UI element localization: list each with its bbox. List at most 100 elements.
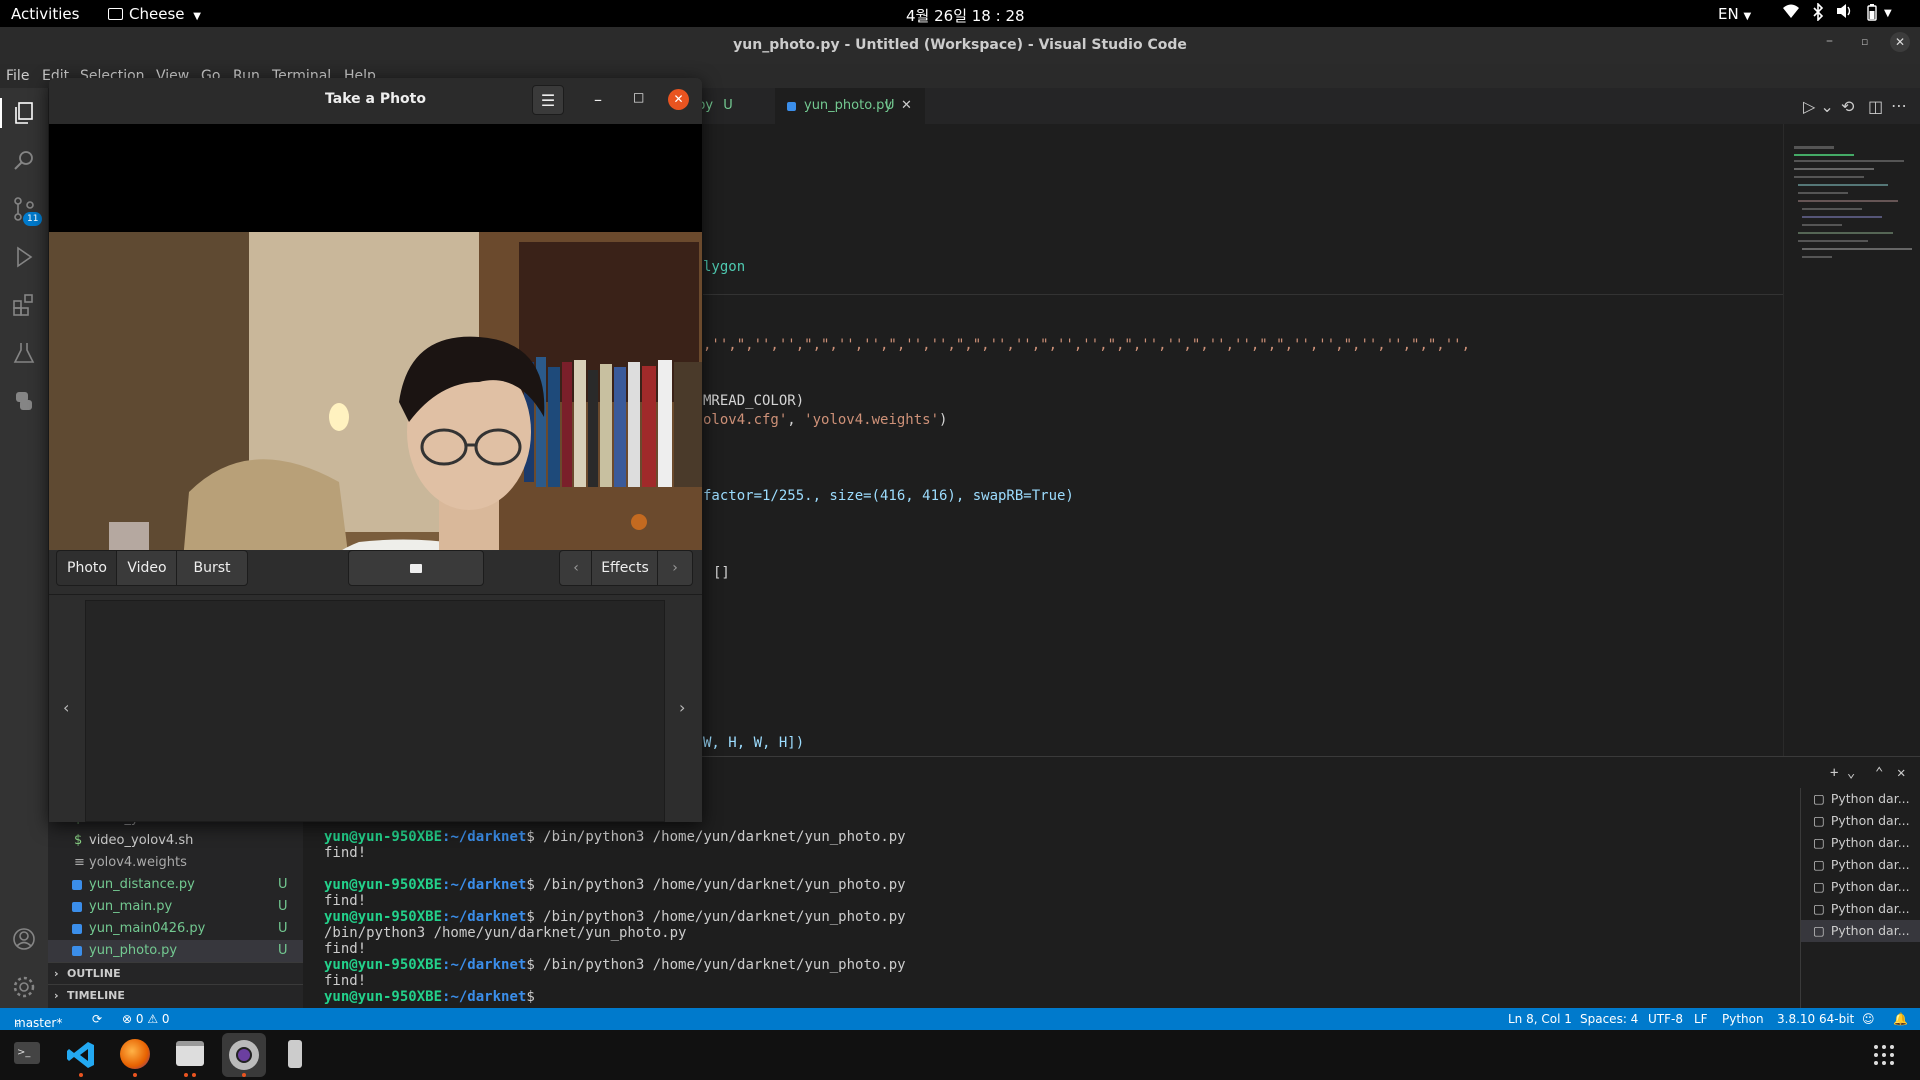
running-indicator (192, 1073, 196, 1077)
file-item[interactable]: yun_main.py U (48, 896, 303, 918)
next-effect-icon[interactable]: › (657, 550, 693, 586)
minimize-icon[interactable]: – (1826, 33, 1833, 49)
photo-mode-button[interactable]: Photo (56, 550, 118, 586)
maximize-icon[interactable]: □ (633, 90, 644, 104)
thumbnail-strip[interactable] (85, 600, 665, 822)
open-changes-icon[interactable]: ⟲ (1841, 97, 1854, 116)
terminal-icon: ▢ (1813, 901, 1825, 916)
file-item-selected[interactable]: yun_photo.py U (48, 940, 303, 962)
running-indicator (242, 1073, 246, 1077)
hamburger-menu-icon[interactable]: ☰ (532, 85, 564, 115)
prompt-user: yun@yun-950XBE (324, 877, 443, 893)
feedback-icon[interactable]: ☺ (1862, 1012, 1875, 1026)
app-menu[interactable]: Cheese ▼ (108, 5, 201, 23)
prompt-user: yun@yun-950XBE (324, 829, 443, 845)
editor-tab[interactable]: .py U (693, 88, 775, 124)
vscode-app-icon[interactable] (66, 1040, 96, 1074)
bluetooth-icon[interactable] (1812, 2, 1824, 25)
terminal-line: find! (324, 893, 367, 909)
terminal-app-icon[interactable]: >_ (14, 1042, 40, 1064)
app-menu-label: Cheese (129, 5, 185, 23)
terminal-instance[interactable]: ▢ Python dar... (1801, 854, 1920, 876)
file-item[interactable]: yun_distance.py U (48, 874, 303, 896)
git-status: U (278, 899, 288, 914)
accounts-icon[interactable] (11, 926, 37, 952)
file-name: yun_main0426.py (89, 921, 206, 936)
python-interpreter[interactable]: 3.8.10 64-bit (1777, 1012, 1854, 1026)
files-app-icon[interactable] (176, 1041, 204, 1066)
take-photo-button[interactable] (348, 550, 484, 586)
string-literal: olov4.cfg (703, 412, 779, 428)
maximize-panel-icon[interactable]: ⌃ (1875, 765, 1883, 781)
previous-effect-icon[interactable]: ‹ (559, 550, 593, 586)
scroll-left-icon[interactable]: ‹ (63, 698, 69, 717)
code-line: [] (713, 565, 730, 581)
language-mode[interactable]: Python (1722, 1012, 1764, 1026)
effects-button[interactable]: Effects (591, 550, 659, 586)
minimize-icon[interactable]: – (594, 90, 602, 109)
python-icon[interactable] (11, 388, 37, 414)
run-debug-icon[interactable] (11, 244, 37, 270)
notifications-bell-icon[interactable]: 🔔 (1893, 1012, 1908, 1026)
terminal-instance[interactable]: ▢ Python dar... (1801, 876, 1920, 898)
running-indicator (184, 1073, 188, 1077)
volume-icon[interactable] (1836, 3, 1854, 23)
terminal-instance[interactable]: ▢ Python dar... (1801, 810, 1920, 832)
terminal-instance-active[interactable]: ▢ Python dar... (1801, 920, 1920, 942)
testing-icon[interactable] (11, 340, 37, 366)
burst-mode-button[interactable]: Burst (176, 550, 248, 586)
firefox-app-icon[interactable] (120, 1039, 150, 1069)
file-name: yun_distance.py (89, 877, 195, 892)
close-tab-icon[interactable]: ✕ (901, 88, 912, 124)
search-icon[interactable] (11, 148, 37, 174)
split-editor-icon[interactable]: ◫ (1868, 97, 1883, 116)
close-panel-icon[interactable]: ✕ (1897, 765, 1905, 781)
explorer-icon[interactable] (11, 100, 37, 126)
camera-icon (108, 8, 123, 20)
problems-indicator[interactable]: ⊗ 0 ⚠ 0 (122, 1012, 170, 1026)
file-item[interactable]: $ video_yolov4.sh (48, 830, 303, 852)
system-menu-chevron-icon[interactable]: ▼ (1884, 8, 1892, 19)
encoding[interactable]: UTF-8 (1648, 1012, 1683, 1026)
new-terminal-icon[interactable]: + ⌄ (1830, 765, 1855, 781)
prompt-path: :~/darknet (442, 877, 527, 893)
settings-gear-icon[interactable] (11, 974, 37, 1000)
cursor-position[interactable]: Ln 8, Col 1 (1508, 1012, 1572, 1026)
editor-tab-active[interactable]: yun_photo.py U ✕ (775, 88, 925, 124)
more-actions-icon[interactable]: ⋯ (1891, 96, 1907, 115)
sync-icon[interactable]: ⟳ (92, 1012, 102, 1026)
minimap[interactable] (1783, 124, 1920, 756)
usb-drive-icon[interactable] (288, 1040, 302, 1068)
run-python-icon[interactable]: ▷ ⌄ (1803, 97, 1834, 116)
input-language[interactable]: EN ▼ (1718, 5, 1751, 23)
line-ending[interactable]: LF (1694, 1012, 1708, 1026)
show-applications-icon[interactable] (1873, 1044, 1895, 1070)
outline-section[interactable]: › OUTLINE (48, 962, 303, 985)
clock[interactable]: 4월 26일 18 : 28 (906, 5, 1025, 26)
indentation[interactable]: Spaces: 4 (1580, 1012, 1638, 1026)
tab-label: yun_photo.py (804, 98, 893, 113)
terminal-instance[interactable]: ▢ Python dar... (1801, 898, 1920, 920)
file-name: yolov4.weights (89, 855, 187, 870)
code-line: lygon (703, 259, 746, 275)
cheese-app-icon[interactable] (229, 1040, 259, 1070)
restore-icon[interactable]: ▫ (1861, 35, 1868, 48)
file-item[interactable]: ≡ yolov4.weights (48, 852, 303, 874)
terminal-instance-label: Python dar... (1830, 835, 1910, 850)
terminal-line: find! (324, 941, 367, 957)
terminal-instance[interactable]: ▢ Python dar... (1801, 788, 1920, 810)
close-icon[interactable]: ✕ (668, 89, 689, 110)
file-item[interactable]: yun_main0426.py U (48, 918, 303, 940)
activities-button[interactable]: Activities (11, 5, 79, 23)
close-icon[interactable]: ✕ (1890, 32, 1910, 52)
timeline-section[interactable]: › TIMELINE (48, 984, 303, 1007)
extensions-icon[interactable] (11, 292, 37, 318)
command-text: $ /bin/python3 /home/yun/darknet/yun_pho… (526, 829, 906, 845)
scroll-right-icon[interactable]: › (679, 698, 685, 717)
wifi-icon[interactable] (1782, 3, 1800, 23)
source-control-icon[interactable]: 11 (11, 196, 43, 226)
battery-icon[interactable] (1866, 3, 1878, 25)
terminal-instance[interactable]: ▢ Python dar... (1801, 832, 1920, 854)
menu-file[interactable]: File (6, 68, 29, 84)
video-mode-button[interactable]: Video (116, 550, 178, 586)
